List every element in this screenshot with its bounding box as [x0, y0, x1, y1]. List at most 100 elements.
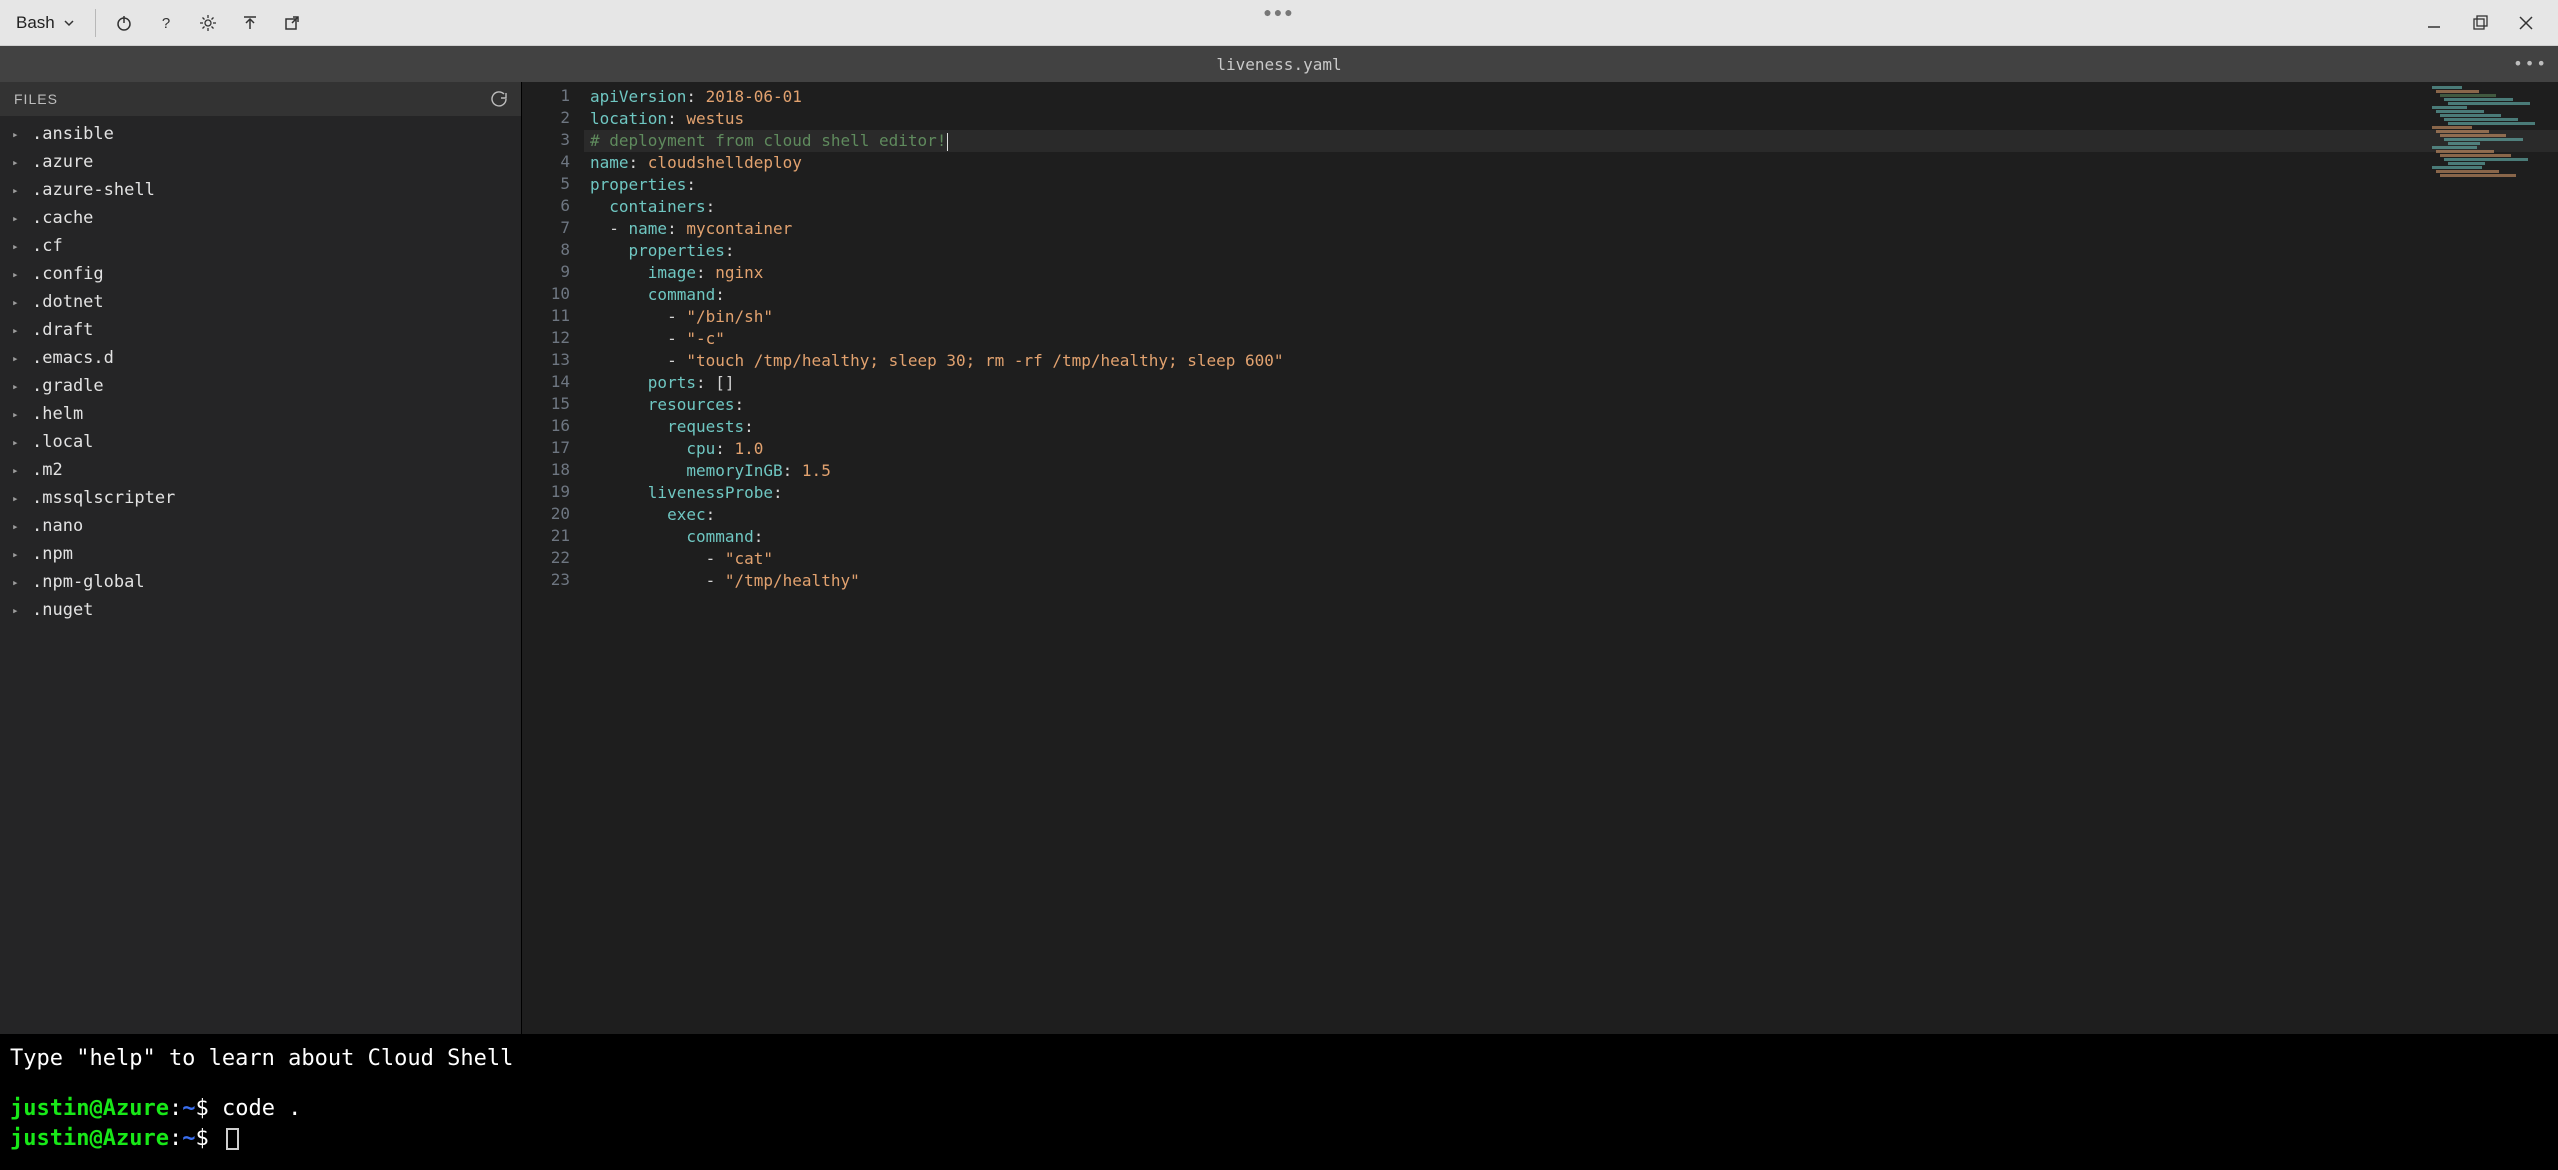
- maximize-button[interactable]: [2466, 9, 2494, 37]
- chevron-right-icon: ▸: [12, 604, 24, 617]
- restart-button[interactable]: [110, 9, 138, 37]
- upload-button[interactable]: [236, 9, 264, 37]
- tree-folder-label: .emacs.d: [32, 348, 114, 368]
- tree-folder[interactable]: ▸.ansible: [0, 120, 521, 148]
- code-line[interactable]: - "-c": [584, 328, 2558, 350]
- tree-folder-label: .config: [32, 264, 104, 284]
- help-button[interactable]: ?: [152, 9, 180, 37]
- chevron-down-icon: [63, 17, 75, 29]
- code-line[interactable]: apiVersion: 2018-06-01: [584, 86, 2558, 108]
- chevron-right-icon: ▸: [12, 408, 24, 421]
- editor-more-menu[interactable]: •••: [2513, 54, 2548, 73]
- code-line[interactable]: location: westus: [584, 108, 2558, 130]
- minimize-button[interactable]: [2420, 9, 2448, 37]
- refresh-button[interactable]: [491, 91, 507, 107]
- tree-folder-label: .m2: [32, 460, 63, 480]
- code-line[interactable]: - "/tmp/healthy": [584, 570, 2558, 592]
- tree-folder-label: .helm: [32, 404, 83, 424]
- open-new-button[interactable]: [278, 9, 306, 37]
- tree-folder[interactable]: ▸ .npm-global: [0, 568, 521, 596]
- svg-text:?: ?: [162, 15, 170, 32]
- code-line[interactable]: image: nginx: [584, 262, 2558, 284]
- code-line[interactable]: resources:: [584, 394, 2558, 416]
- code-line[interactable]: ports: []: [584, 372, 2558, 394]
- tree-folder[interactable]: ▸.m2: [0, 456, 521, 484]
- chevron-right-icon: ▸: [12, 296, 24, 309]
- tree-folder[interactable]: ▸ .gradle: [0, 372, 521, 400]
- code-line[interactable]: livenessProbe:: [584, 482, 2558, 504]
- chevron-right-icon: ▸: [12, 548, 24, 561]
- tree-folder-label: .npm: [32, 544, 73, 564]
- chevron-right-icon: ▸: [12, 380, 24, 393]
- drag-handle-dots: ●●●: [1263, 4, 1294, 20]
- open-external-icon: [283, 14, 301, 32]
- code-line[interactable]: requests:: [584, 416, 2558, 438]
- tree-folder-label: .ansible: [32, 124, 114, 144]
- tree-folder[interactable]: ▸.cache: [0, 204, 521, 232]
- tree-folder[interactable]: ▸.draft: [0, 316, 521, 344]
- code-content[interactable]: apiVersion: 2018-06-01location: westus# …: [584, 82, 2558, 1034]
- tree-folder-label: .cf: [32, 236, 63, 256]
- code-line[interactable]: properties:: [584, 174, 2558, 196]
- chevron-right-icon: ▸: [12, 492, 24, 505]
- code-line[interactable]: - "/bin/sh": [584, 306, 2558, 328]
- tree-folder-label: .azure: [32, 152, 93, 172]
- tree-folder-label: .dotnet: [32, 292, 104, 312]
- chevron-right-icon: ▸: [12, 240, 24, 253]
- minimize-icon: [2426, 15, 2442, 31]
- terminal-spacer: [10, 1074, 2548, 1094]
- settings-button[interactable]: [194, 9, 222, 37]
- code-line[interactable]: - "cat": [584, 548, 2558, 570]
- tree-folder-label: .cache: [32, 208, 93, 228]
- tree-folder-label: .azure-shell: [32, 180, 155, 200]
- code-line[interactable]: cpu: 1.0: [584, 438, 2558, 460]
- code-editor[interactable]: 1234567891011121314151617181920212223 ap…: [522, 82, 2558, 1034]
- code-line[interactable]: - name: mycontainer: [584, 218, 2558, 240]
- chevron-right-icon: ▸: [12, 352, 24, 365]
- terminal-intro: Type "help" to learn about Cloud Shell: [10, 1044, 2548, 1074]
- code-line[interactable]: containers:: [584, 196, 2558, 218]
- code-line[interactable]: properties:: [584, 240, 2558, 262]
- tree-folder[interactable]: ▸.local: [0, 428, 521, 456]
- tree-folder[interactable]: ▸ .emacs.d: [0, 344, 521, 372]
- tree-folder[interactable]: ▸.nano: [0, 512, 521, 540]
- tree-folder[interactable]: ▸ .nuget: [0, 596, 521, 624]
- code-line[interactable]: command:: [584, 284, 2558, 306]
- tree-folder[interactable]: ▸ .dotnet: [0, 288, 521, 316]
- file-explorer-title: FILES: [14, 91, 58, 107]
- maximize-icon: [2472, 15, 2488, 31]
- gear-icon: [199, 14, 217, 32]
- code-line[interactable]: memoryInGB: 1.5: [584, 460, 2558, 482]
- tree-folder-label: .npm-global: [32, 572, 145, 592]
- tree-folder[interactable]: ▸.azure: [0, 148, 521, 176]
- tree-folder[interactable]: ▸.mssqlscripter: [0, 484, 521, 512]
- terminal[interactable]: Type "help" to learn about Cloud Shell j…: [0, 1034, 2558, 1170]
- tree-folder[interactable]: ▸ .azure-shell: [0, 176, 521, 204]
- tree-folder[interactable]: ▸ .cf: [0, 232, 521, 260]
- editor-area: FILES ▸.ansible▸.azure▸.azure-shell▸.cac…: [0, 82, 2558, 1034]
- code-line[interactable]: # deployment from cloud shell editor!: [584, 130, 2558, 152]
- close-button[interactable]: [2512, 9, 2540, 37]
- code-line[interactable]: - "touch /tmp/healthy; sleep 30; rm -rf …: [584, 350, 2558, 372]
- tree-folder-label: .gradle: [32, 376, 104, 396]
- toolbar-separator: [95, 9, 96, 37]
- code-line[interactable]: name: cloudshelldeploy: [584, 152, 2558, 174]
- file-explorer: FILES ▸.ansible▸.azure▸.azure-shell▸.cac…: [0, 82, 522, 1034]
- shell-selector[interactable]: Bash: [10, 9, 81, 37]
- chevron-right-icon: ▸: [12, 184, 24, 197]
- power-icon: [115, 14, 133, 32]
- code-line[interactable]: exec:: [584, 504, 2558, 526]
- chevron-right-icon: ▸: [12, 576, 24, 589]
- tree-folder[interactable]: ▸ .npm: [0, 540, 521, 568]
- active-tab-filename: liveness.yaml: [1216, 55, 1341, 74]
- file-tree[interactable]: ▸.ansible▸.azure▸.azure-shell▸.cache▸.cf…: [0, 116, 521, 1034]
- tree-folder-label: .local: [32, 432, 93, 452]
- chevron-right-icon: ▸: [12, 324, 24, 337]
- chevron-right-icon: ▸: [12, 268, 24, 281]
- tree-folder[interactable]: ▸ .config: [0, 260, 521, 288]
- tree-folder-label: .nuget: [32, 600, 93, 620]
- question-icon: ?: [157, 14, 175, 32]
- code-line[interactable]: command:: [584, 526, 2558, 548]
- tree-folder[interactable]: ▸ .helm: [0, 400, 521, 428]
- close-icon: [2518, 15, 2534, 31]
